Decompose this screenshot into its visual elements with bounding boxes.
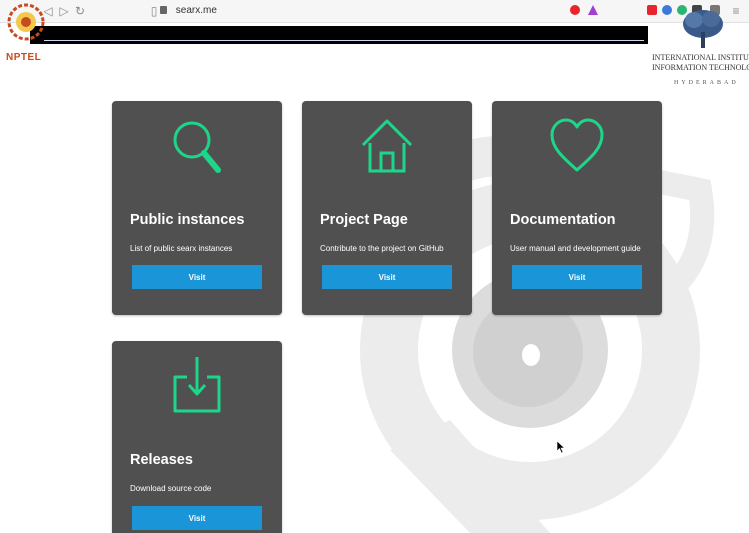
card-description: User manual and development guide <box>510 244 641 253</box>
extension-icon[interactable] <box>647 5 657 15</box>
card-releases: Releases Download source code Visit <box>112 341 282 533</box>
visit-button[interactable]: Visit <box>132 506 262 530</box>
heart-icon <box>550 118 604 172</box>
card-documentation: Documentation User manual and developmen… <box>492 101 662 315</box>
visit-button[interactable]: Visit <box>322 265 452 289</box>
card-description: List of public searx instances <box>130 244 233 253</box>
download-icon <box>173 357 221 413</box>
reload-icon[interactable]: ↻ <box>72 3 88 19</box>
iiit-name: INTERNATIONAL INSTITUTE INFORMATION TECH… <box>652 53 749 72</box>
address-bar[interactable]: searx.me <box>140 3 610 19</box>
card-description: Contribute to the project on GitHub <box>320 244 444 253</box>
iiit-city: HYDERABAD <box>674 80 739 86</box>
bookmarks-bar-redacted <box>30 26 648 44</box>
card-title: Documentation <box>510 212 616 228</box>
card-project-page: Project Page Contribute to the project o… <box>302 101 472 315</box>
extension-icon[interactable] <box>662 5 672 15</box>
browser-toolbar: ◁ ▷ ↻ ▯ searx.me ≡ <box>0 0 749 23</box>
visit-button[interactable]: Visit <box>512 265 642 289</box>
menu-icon[interactable]: ≡ <box>728 3 744 19</box>
search-icon <box>173 121 221 173</box>
card-title: Project Page <box>320 212 408 228</box>
mouse-cursor-icon <box>557 441 565 453</box>
card-description: Download source code <box>130 484 212 493</box>
card-title: Public instances <box>130 212 245 228</box>
visit-button[interactable]: Visit <box>132 265 262 289</box>
nptel-logo-text: NPTEL <box>6 52 42 63</box>
iiit-logo <box>683 10 723 48</box>
rewards-icon[interactable] <box>588 5 598 15</box>
nptel-logo <box>7 3 45 41</box>
divider <box>44 40 644 41</box>
lock-icon <box>160 6 167 14</box>
forward-icon[interactable]: ▷ <box>56 3 72 19</box>
card-public-instances: Public instances List of public searx in… <box>112 101 282 315</box>
url-text: searx.me <box>175 5 217 16</box>
card-title: Releases <box>130 452 193 468</box>
brave-shield-icon[interactable] <box>570 5 580 15</box>
home-icon <box>361 119 413 173</box>
